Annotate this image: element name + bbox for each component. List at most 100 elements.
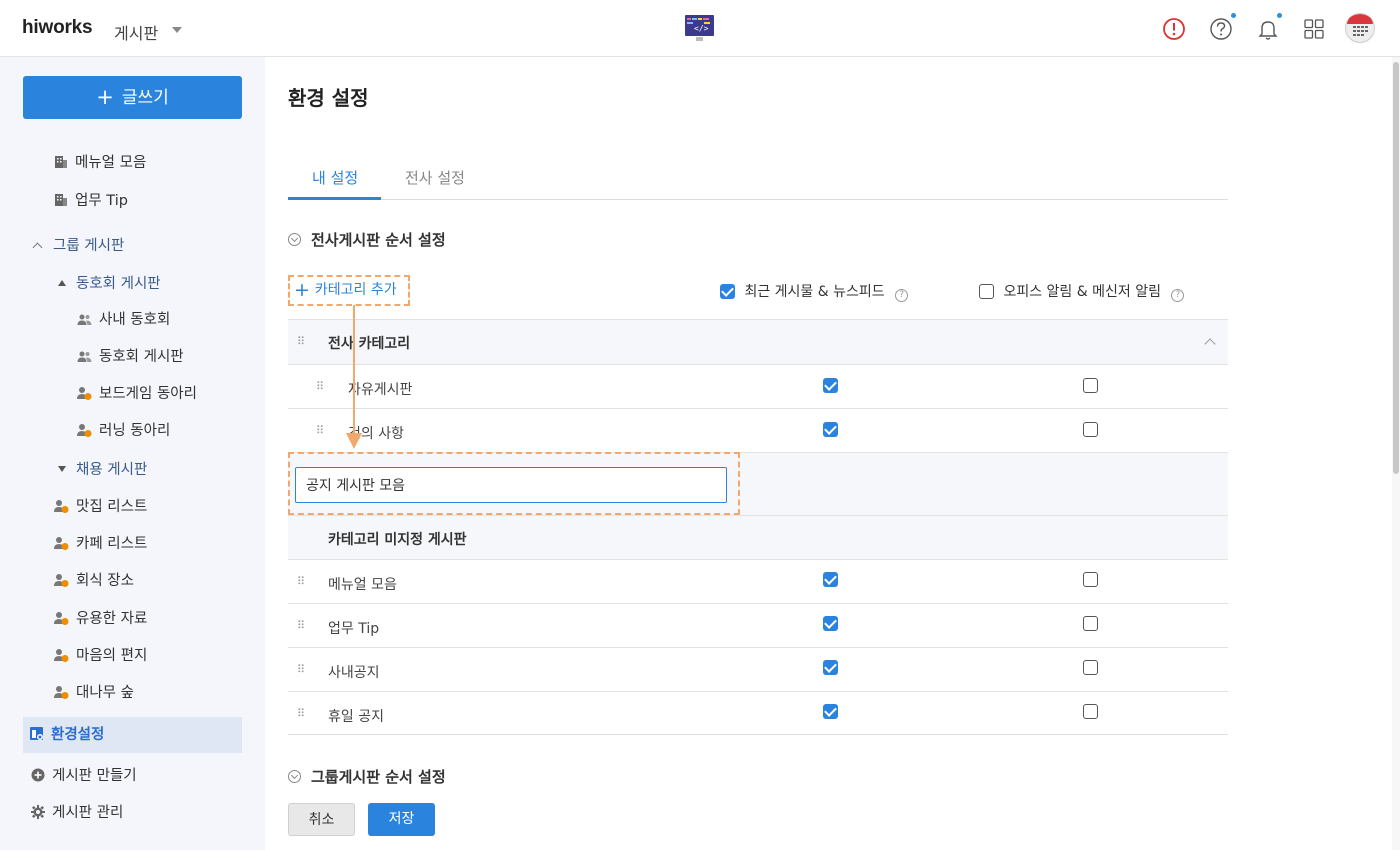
- board-row[interactable]: ⠿ 메뉴얼 모음: [288, 559, 1228, 603]
- column-label: 오피스 알림 & 메신저 알림: [1003, 284, 1161, 300]
- category-row-unassigned[interactable]: 카테고리 미지정 게시판: [288, 515, 1228, 559]
- sidebar-item-recruit-5[interactable]: 마음의 편지: [54, 644, 147, 665]
- recent-feed-checkbox[interactable]: [823, 422, 838, 437]
- user-lock-icon: [77, 387, 92, 400]
- help-icon[interactable]: ?: [1171, 289, 1185, 302]
- write-button[interactable]: + 글쓰기: [23, 76, 242, 119]
- sidebar-item-label: 게시판 관리: [52, 805, 124, 821]
- office-alert-checkbox[interactable]: [1083, 704, 1098, 719]
- sidebar-item-manual[interactable]: 메뉴얼 모음: [54, 151, 146, 172]
- tab-my-settings[interactable]: 내 설정: [312, 167, 358, 188]
- help-badge-dot: [1231, 13, 1236, 18]
- sidebar-item-label: 업무 Tip: [75, 193, 128, 209]
- sidebar-club-group[interactable]: 동호회 게시판: [58, 272, 161, 293]
- user-lock-icon: [77, 424, 92, 437]
- users-icon: [77, 314, 92, 325]
- section-group-order[interactable]: 그룹게시판 순서 설정: [288, 766, 446, 787]
- board-row[interactable]: ⠿ 자유게시판: [288, 364, 1228, 408]
- board-row[interactable]: ⠿ 건의 사항: [288, 408, 1228, 452]
- collapse-circle-icon: [288, 770, 301, 783]
- sidebar-item-recruit-4[interactable]: 유용한 자료: [54, 607, 147, 628]
- tab-company-settings[interactable]: 전사 설정: [405, 167, 465, 188]
- sidebar-group-label: 동호회 게시판: [76, 276, 161, 292]
- sidebar-item-club-3[interactable]: 보드게임 동아리: [77, 382, 197, 403]
- column-recent-feed[interactable]: 최근 게시물 & 뉴스피드 ?: [720, 281, 909, 302]
- recent-feed-checkbox[interactable]: [823, 616, 838, 631]
- help-icon[interactable]: [1207, 15, 1235, 43]
- building-icon: [55, 156, 67, 168]
- sidebar-item-recruit-6[interactable]: 대나무 숲: [54, 681, 134, 702]
- user-lock-icon: [54, 537, 69, 550]
- sidebar-group-section[interactable]: 그룹 게시판: [32, 234, 124, 255]
- sidebar-item-settings[interactable]: 환경설정: [23, 717, 242, 753]
- calendar-avatar-icon[interactable]: [1345, 13, 1375, 43]
- recent-feed-checkbox[interactable]: [823, 704, 838, 719]
- user-lock-icon: [54, 612, 69, 625]
- drag-handle-icon[interactable]: ⠿: [297, 575, 305, 588]
- brand-logo[interactable]: hiworks: [22, 17, 93, 39]
- apps-grid-icon[interactable]: [1300, 15, 1328, 43]
- drag-handle-icon[interactable]: ⠿: [297, 663, 305, 676]
- plus-circle-icon: [31, 768, 45, 782]
- drag-handle-icon[interactable]: ⠿: [297, 707, 305, 720]
- cancel-button[interactable]: 취소: [288, 803, 355, 836]
- sidebar-item-recruit-1[interactable]: 맛집 리스트: [54, 495, 147, 516]
- sidebar-item-club-1[interactable]: 사내 동호회: [77, 308, 170, 329]
- page-title: 환경 설정: [288, 86, 369, 110]
- category-label: 카테고리 미지정 게시판: [328, 532, 467, 548]
- category-label: 전사 카테고리: [328, 336, 411, 352]
- sidebar-item-label: 마음의 편지: [76, 648, 148, 664]
- drag-handle-icon[interactable]: ⠿: [297, 335, 305, 348]
- help-icon[interactable]: ?: [895, 289, 909, 302]
- recent-feed-checkbox[interactable]: [823, 378, 838, 393]
- sidebar-item-recruit-2[interactable]: 카페 리스트: [54, 532, 147, 553]
- app-menu-title[interactable]: 게시판: [114, 20, 158, 44]
- chevron-up-icon[interactable]: [1204, 338, 1216, 350]
- sidebar-item-club-2[interactable]: 동호회 게시판: [77, 345, 184, 366]
- gear-icon: [31, 805, 45, 819]
- sidebar-item-tip[interactable]: 업무 Tip: [54, 189, 128, 210]
- bell-icon[interactable]: [1254, 15, 1282, 43]
- sidebar-item-club-4[interactable]: 러닝 동아리: [77, 419, 170, 440]
- drag-handle-icon[interactable]: ⠿: [297, 619, 305, 632]
- recent-feed-checkbox[interactable]: [823, 572, 838, 587]
- sidebar-recruit-group[interactable]: 채용 게시판: [58, 458, 147, 479]
- board-row[interactable]: ⠿ 휴일 공지: [288, 691, 1228, 735]
- office-alert-checkbox[interactable]: [1083, 572, 1098, 587]
- sidebar-group-label: 채용 게시판: [76, 462, 148, 478]
- write-button-label: 글쓰기: [121, 88, 169, 108]
- column-office-alert[interactable]: 오피스 알림 & 메신저 알림 ?: [979, 281, 1185, 302]
- sidebar-item-manage-board[interactable]: 게시판 관리: [31, 801, 123, 822]
- sidebar-item-label: 동호회 게시판: [99, 349, 184, 365]
- office-alert-all-checkbox[interactable]: [979, 284, 994, 299]
- sidebar-item-create-board[interactable]: 게시판 만들기: [31, 764, 137, 785]
- office-alert-checkbox[interactable]: [1083, 422, 1098, 437]
- caret-down-icon[interactable]: [172, 27, 182, 33]
- category-row-company[interactable]: ⠿ 전사 카테고리: [288, 319, 1228, 364]
- office-alert-checkbox[interactable]: [1083, 378, 1098, 393]
- board-row[interactable]: ⠿ 업무 Tip: [288, 603, 1228, 647]
- recent-feed-checkbox[interactable]: [823, 660, 838, 675]
- drag-handle-icon[interactable]: ⠿: [316, 424, 324, 437]
- users-icon: [77, 351, 92, 362]
- add-category-button[interactable]: + 카테고리 추가: [288, 275, 410, 306]
- save-button[interactable]: 저장: [368, 803, 435, 836]
- tab-active-indicator: [288, 197, 381, 200]
- drag-handle-icon[interactable]: ⠿: [316, 380, 324, 393]
- sidebar-item-recruit-3[interactable]: 회식 장소: [54, 569, 134, 590]
- alert-circle-icon[interactable]: [1160, 15, 1188, 43]
- section-company-order[interactable]: 전사게시판 순서 설정: [288, 229, 446, 250]
- recent-feed-all-checkbox[interactable]: [720, 284, 735, 299]
- board-row[interactable]: ⠿ 사내공지: [288, 647, 1228, 691]
- board-label: 업무 Tip: [328, 621, 380, 637]
- scrollbar-thumb[interactable]: [1393, 62, 1399, 474]
- new-category-input[interactable]: [295, 467, 727, 503]
- office-alert-checkbox[interactable]: [1083, 616, 1098, 631]
- section-title: 그룹게시판 순서 설정: [311, 768, 446, 786]
- sidebar-item-label: 환경설정: [51, 727, 105, 743]
- sidebar-item-label: 카페 리스트: [76, 536, 148, 552]
- office-alert-checkbox[interactable]: [1083, 660, 1098, 675]
- board-label: 사내공지: [328, 665, 380, 681]
- tab-bar: 내 설정 전사 설정: [288, 163, 1228, 200]
- user-lock-icon: [54, 649, 69, 662]
